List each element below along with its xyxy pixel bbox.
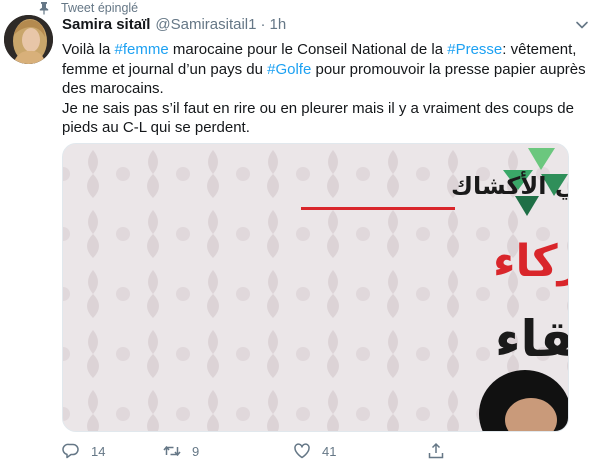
like-button[interactable]: 41 [293, 442, 433, 460]
action-bar: 14 9 41 [62, 441, 582, 461]
heart-icon [294, 443, 310, 459]
tweet-text: Voilà la #femme marocaine pour le Consei… [62, 40, 602, 138]
hashtag-presse[interactable]: #Presse [447, 41, 502, 58]
text-segment: Voilà la [62, 41, 115, 58]
pin-icon [39, 2, 49, 15]
retweet-icon [163, 445, 181, 457]
pinned-label-row: Tweet épinglé [37, 0, 138, 16]
share-icon [428, 442, 444, 459]
hashtag-golfe[interactable]: #Golfe [267, 61, 311, 78]
tweet-media-image[interactable]: رقميا أو في الأكشاك بدعمكم كقراء وشركاء … [62, 143, 569, 432]
separator-dot: · [260, 16, 266, 33]
reply-count: 14 [91, 443, 106, 459]
like-count: 41 [322, 443, 337, 459]
chevron-down-icon[interactable] [575, 18, 589, 32]
text-segment: marocaine pour le Conseil National de la [168, 41, 448, 58]
hashtag-femme[interactable]: #femme [115, 41, 169, 58]
share-button[interactable] [427, 442, 445, 460]
author-name[interactable]: Samira sitaïl [62, 16, 150, 33]
poster-line-1: رقميا أو في الأكشاك [451, 170, 568, 200]
tweet-paragraph-1: Voilà la #femme marocaine pour le Consei… [62, 40, 602, 99]
retweet-button[interactable]: 9 [163, 442, 293, 460]
avatar[interactable] [4, 15, 53, 64]
tweet-time[interactable]: 1h [269, 16, 286, 33]
poster-underline [301, 207, 455, 210]
reply-icon [62, 443, 79, 459]
tweet-paragraph-2: Je ne sais pas s’il faut en rire ou en p… [62, 99, 574, 137]
pinned-text: Tweet épinglé [61, 1, 139, 15]
poster-line-2: بدعمكم كقراء وشركاء [493, 236, 568, 287]
tweet-header: Samira sitaïl @Samirasitail1 · 1h [62, 16, 286, 33]
media-poster: رقميا أو في الأكشاك بدعمكم كقراء وشركاء … [63, 144, 568, 431]
reply-button[interactable]: 14 [62, 442, 154, 460]
retweet-count: 9 [192, 443, 200, 459]
author-handle[interactable]: @Samirasitail1 [155, 16, 256, 33]
poster-line-3: نستطيع البقاء [495, 310, 568, 369]
